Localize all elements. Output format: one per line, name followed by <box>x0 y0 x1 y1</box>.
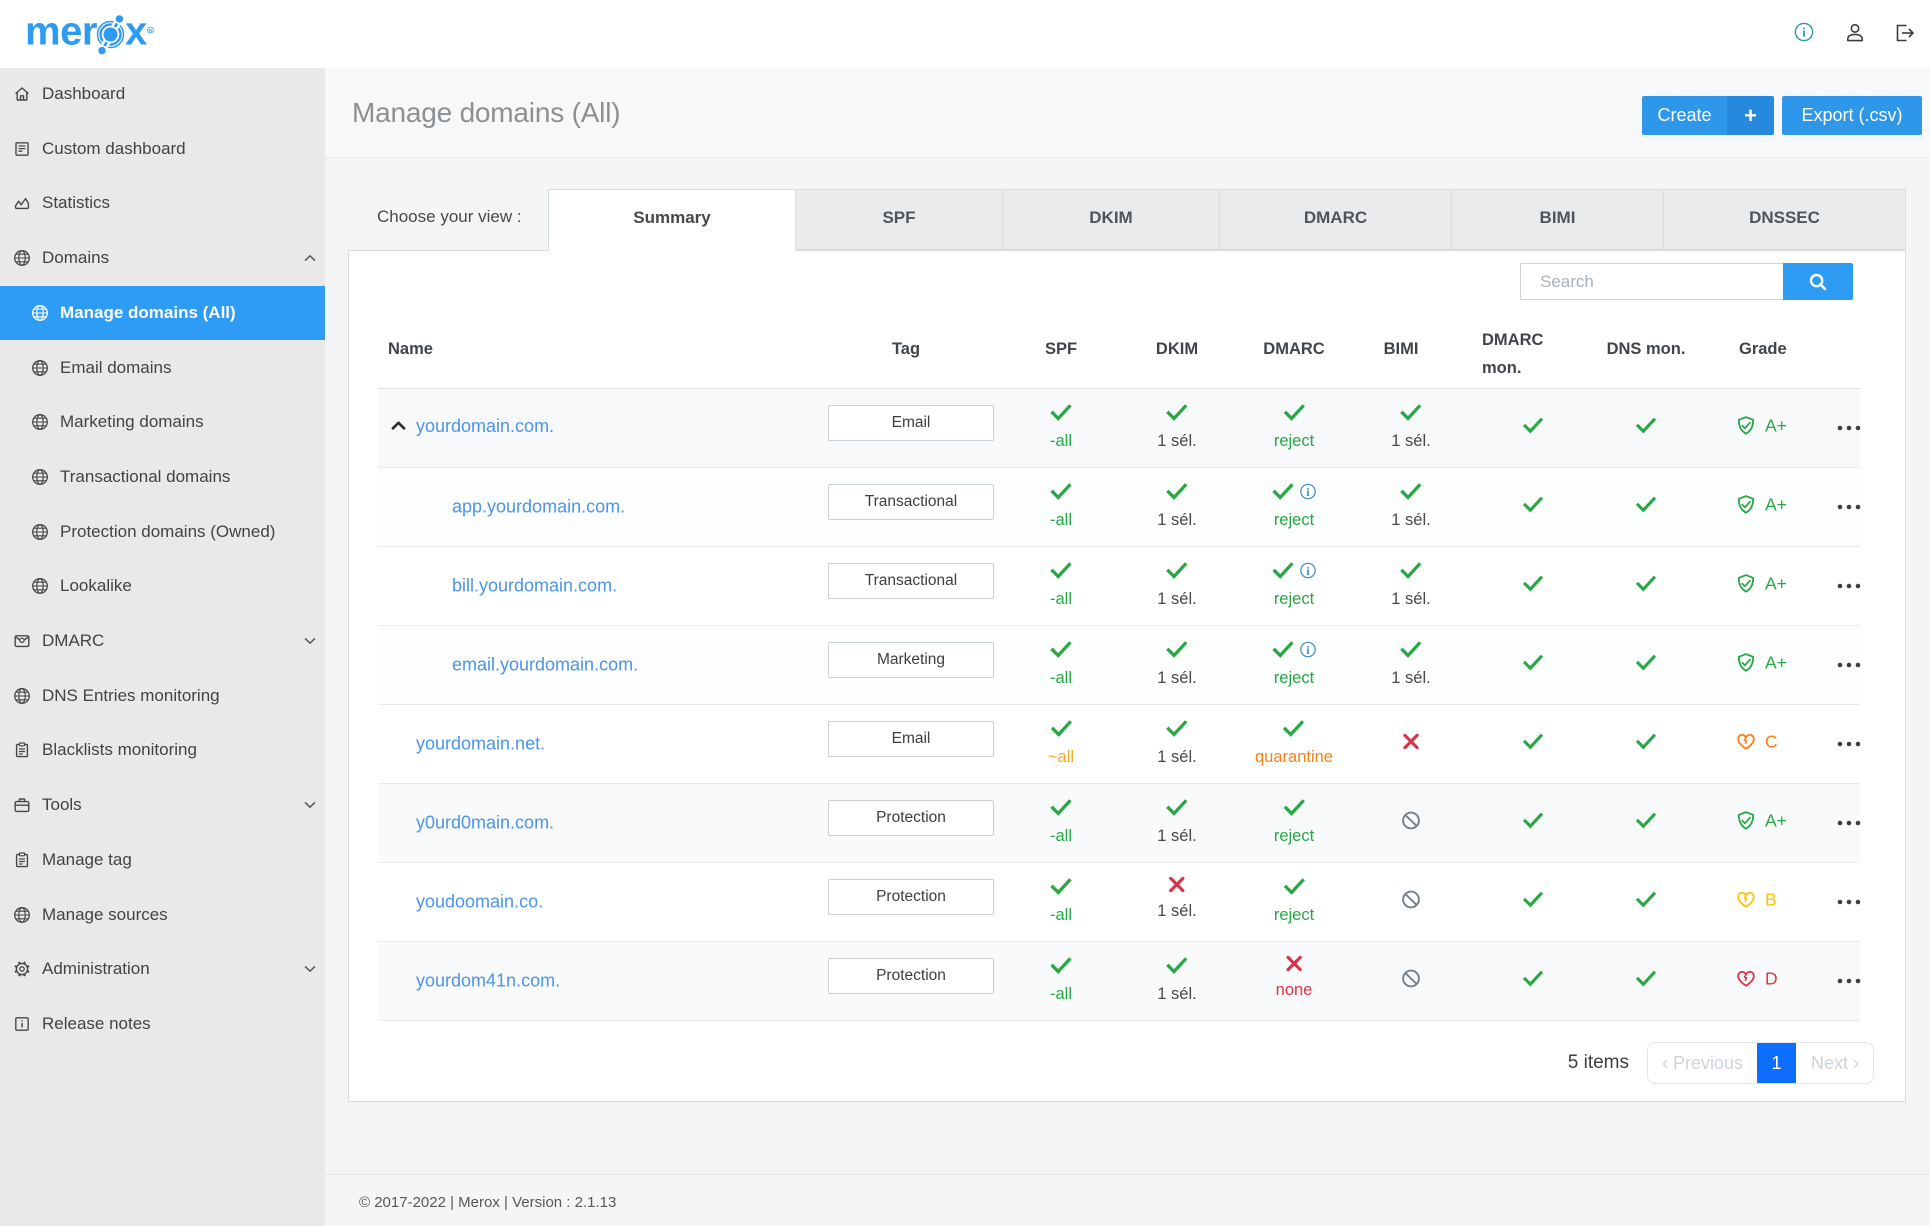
svg-text:i: i <box>1802 26 1806 40</box>
svg-text:i: i <box>1306 645 1310 657</box>
svg-text:i: i <box>1306 486 1310 498</box>
svg-text:mer: mer <box>25 10 97 54</box>
svg-text:i: i <box>1306 566 1310 578</box>
svg-text:x: x <box>125 10 147 54</box>
